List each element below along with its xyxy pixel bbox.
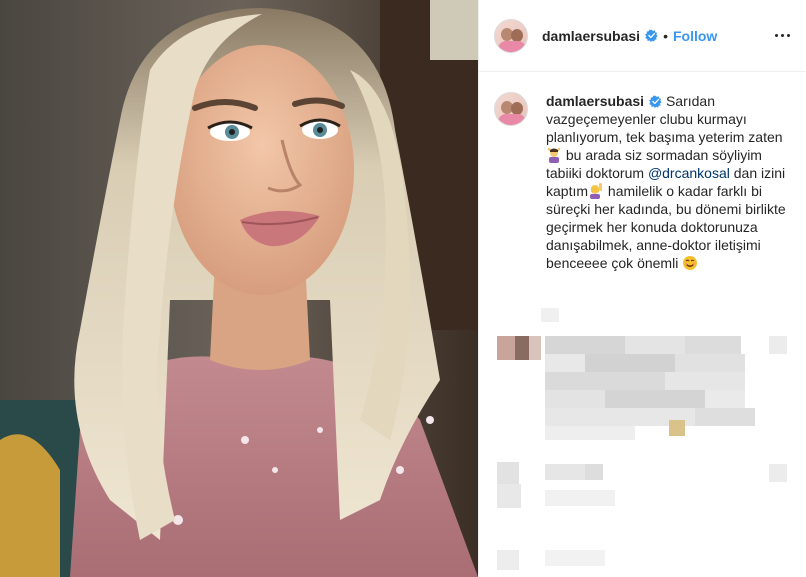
post-header: damlaersubasi • Follow [479,0,806,72]
caption-text: damlaersubasi Sarıdan vazgeçemeyenler cl… [546,92,791,272]
post-photo[interactable] [0,0,478,577]
verified-badge-icon [645,29,658,42]
caption-block: damlaersubasi Sarıdan vazgeçemeyenler cl… [479,72,806,272]
pixelated-comments-area [479,300,806,577]
header-username[interactable]: damlaersubasi [542,28,640,44]
selfie-image [0,0,478,577]
woman-raising-hand-emoji-icon [590,183,603,199]
more-options-icon[interactable] [770,24,794,48]
mention-link[interactable]: @drcankosal [648,165,730,181]
profile-avatar[interactable] [494,18,528,53]
smiling-face-emoji-icon [683,256,698,270]
caption-username[interactable]: damlaersubasi [546,93,644,109]
woman-gesturing-ok-emoji-icon [547,147,561,163]
caption-verified-badge-icon [649,95,662,108]
post-details-panel: damlaersubasi • Follow damlaersubasi Sar… [478,0,806,577]
caption-avatar[interactable] [494,92,528,126]
pixelated-comments [497,308,787,570]
separator-dot: • [663,27,668,44]
follow-button[interactable]: Follow [673,28,717,44]
